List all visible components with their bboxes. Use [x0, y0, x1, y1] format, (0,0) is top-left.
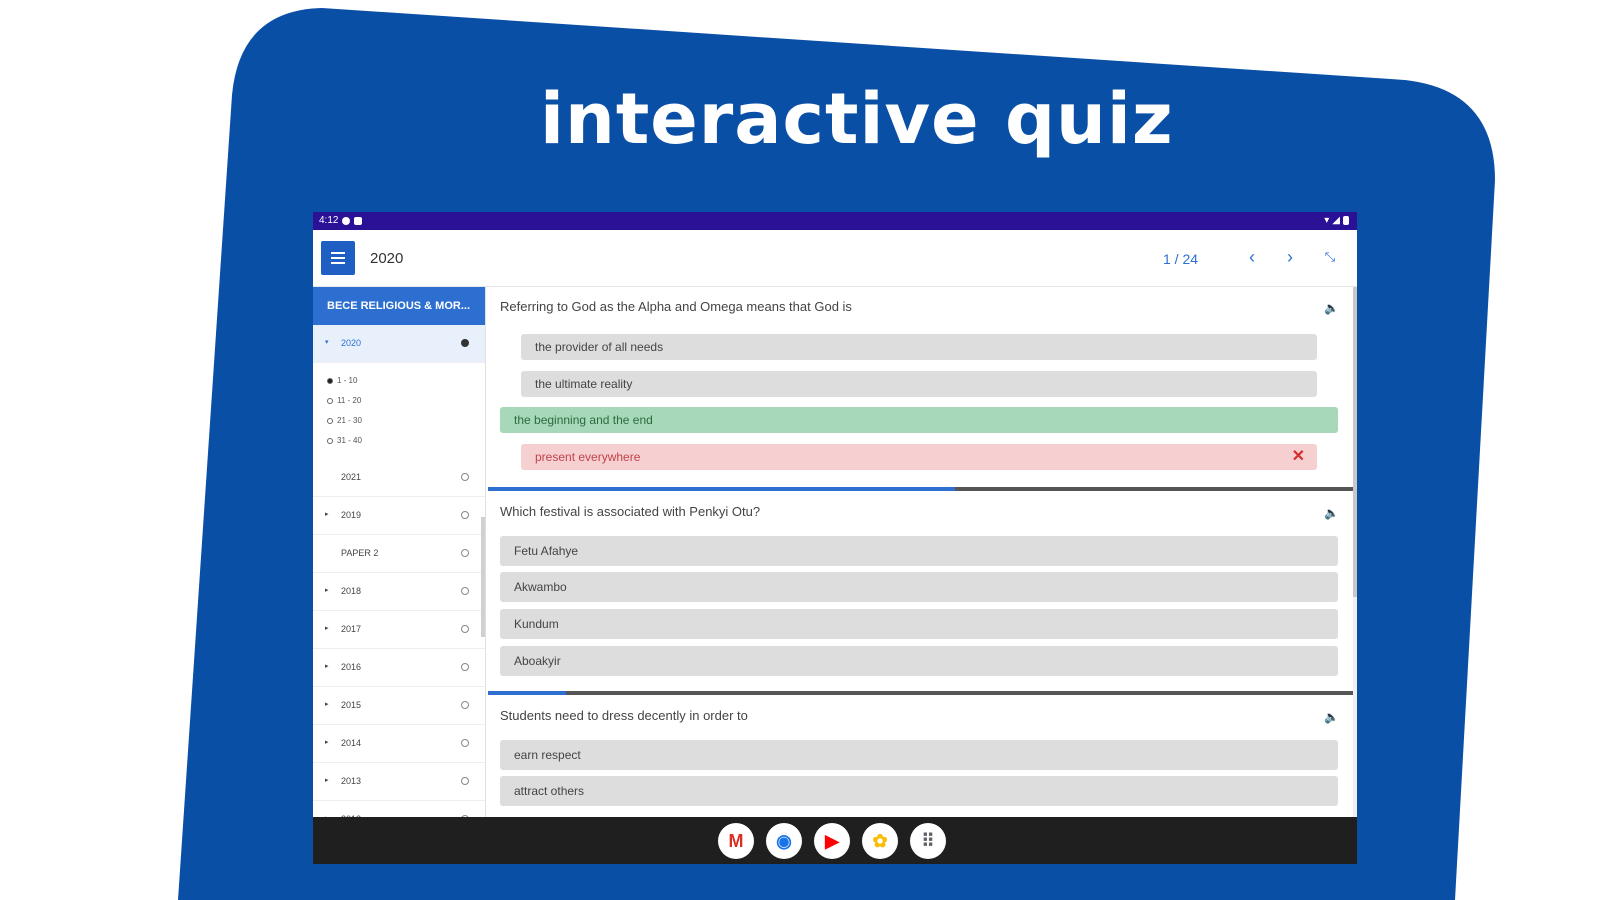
question-text: Which festival is associated with Penkyi…	[500, 504, 761, 519]
radio-icon	[327, 378, 333, 384]
chevron-right-icon: ▸	[325, 625, 329, 632]
sub-range-item[interactable]: 21 - 30	[327, 411, 485, 431]
answer-option-wrong[interactable]: present everywhere ✕	[521, 444, 1317, 470]
radio-icon	[461, 549, 469, 557]
question-text: Students need to dress decently in order…	[500, 708, 748, 723]
close-icon: ✕	[1291, 448, 1305, 465]
gmail-icon[interactable]: M	[718, 823, 754, 859]
speaker-icon[interactable]: 🔈	[1324, 506, 1339, 520]
main-scrollbar[interactable]	[1353, 287, 1357, 817]
answer-option[interactable]: Aboakyir	[500, 646, 1338, 676]
photos-icon[interactable]: ✿	[862, 823, 898, 859]
chevron-right-icon: ▸	[325, 739, 329, 746]
chevron-left-icon[interactable]: ‹	[1241, 246, 1263, 268]
sidebar-item-year[interactable]: ▸2012	[313, 801, 485, 817]
collapse-icon[interactable]: ⤡	[1319, 246, 1341, 268]
chevron-right-icon: ▸	[325, 777, 329, 784]
page-counter: 1 / 24	[1163, 251, 1199, 267]
question-progress-bar	[488, 691, 1353, 695]
sidebar-item-year[interactable]: ▸ 2017	[313, 611, 485, 649]
sidebar-item-2020[interactable]: ▾ 2020	[313, 325, 485, 363]
page-title: 2020	[370, 250, 404, 267]
question-card: Referring to God as the Alpha and Omega …	[488, 287, 1353, 487]
radio-icon	[327, 398, 333, 404]
youtube-icon[interactable]: ▶	[814, 823, 850, 859]
answer-option[interactable]: earn respect	[500, 740, 1338, 770]
answer-option[interactable]: the provider of all needs	[521, 334, 1317, 360]
chevron-down-icon: ▾	[325, 339, 329, 346]
question-list: Referring to God as the Alpha and Omega …	[488, 287, 1353, 817]
sub-range-item[interactable]: 31 - 40	[327, 431, 485, 451]
sidebar-item-year[interactable]: ▸ 2015	[313, 687, 485, 725]
status-time: 4:12	[319, 215, 339, 226]
taskbar: M ◉ ▶ ✿ ⠿	[313, 817, 1357, 864]
banner-title: interactive quiz	[540, 78, 1174, 160]
sidebar-item-year[interactable]: ▸ 2016	[313, 649, 485, 687]
speaker-icon[interactable]: 🔈	[1324, 301, 1339, 315]
status-bar: 4:12 ▾ ◢	[313, 212, 1357, 230]
year-list: 2021 ▸ 2019 PAPER 2 ▸ 2018 ▸ 2017 ▸ 2016 ▸ 2015 ▸ 201…	[313, 459, 485, 817]
radio-icon	[461, 473, 469, 481]
sidebar-header: BECE RELIGIOUS & MOR...	[313, 287, 485, 325]
sidebar-item-label: 2013	[341, 776, 362, 786]
app-dock: M ◉ ▶ ✿ ⠿	[718, 823, 946, 859]
radio-icon	[461, 739, 469, 747]
answer-option[interactable]: Fetu Afahye	[500, 536, 1338, 566]
radio-icon	[461, 339, 469, 347]
question-card: Which festival is associated with Penkyi…	[488, 492, 1353, 690]
answer-option[interactable]: attract others	[500, 776, 1338, 806]
chevron-right-icon[interactable]: ›	[1279, 246, 1301, 268]
sidebar-item-label: 2019	[341, 510, 362, 520]
sidebar-item-label: 2017	[341, 624, 362, 634]
radio-icon	[461, 663, 469, 671]
sidebar-item-year[interactable]: ▸ 2018	[313, 573, 485, 611]
radio-icon	[461, 587, 469, 595]
battery-icon	[1343, 216, 1349, 225]
sidebar-item-year[interactable]: PAPER 2	[313, 535, 485, 573]
wifi-icon: ▾	[1324, 215, 1330, 226]
sub-range-list: 1 - 10 11 - 20 21 - 30 31 - 40	[313, 363, 485, 459]
chevron-right-icon: ▸	[325, 701, 329, 708]
sidebar-item-label: PAPER 2	[341, 548, 379, 558]
sub-range-item[interactable]: 11 - 20	[327, 391, 485, 411]
sidebar-item-year[interactable]: ▸ 2014	[313, 725, 485, 763]
app-bar: 2020 1 / 24 ‹ › ⤡	[313, 230, 1357, 287]
question-card: Students need to dress decently in order…	[488, 696, 1353, 817]
radio-icon	[327, 418, 333, 424]
answer-option[interactable]: Kundum	[500, 609, 1338, 639]
sub-range-item[interactable]: 1 - 10	[327, 371, 485, 391]
chevron-right-icon: ▸	[325, 587, 329, 594]
chrome-icon[interactable]: ◉	[766, 823, 802, 859]
sidebar-item-label: 2021	[341, 472, 362, 482]
sidebar-item-label: 2016	[341, 662, 362, 672]
sidebar: BECE RELIGIOUS & MOR... ▾ 2020 1 - 10 11…	[313, 287, 486, 817]
chevron-right-icon: ▸	[325, 511, 329, 518]
notification-icon	[354, 216, 363, 225]
radio-icon	[461, 625, 469, 633]
answer-option[interactable]: Akwambo	[500, 572, 1338, 602]
settings-icon	[342, 216, 351, 225]
sidebar-item-year[interactable]: 2021	[313, 459, 485, 497]
answer-option-correct[interactable]: the beginning and the end	[500, 407, 1338, 433]
radio-icon	[461, 701, 469, 709]
sidebar-item-label: 2020	[341, 338, 362, 348]
question-text: Referring to God as the Alpha and Omega …	[500, 299, 852, 314]
radio-icon	[461, 777, 469, 785]
radio-icon	[461, 511, 469, 519]
sidebar-item-year[interactable]: ▸ 2013	[313, 763, 485, 801]
radio-icon	[327, 438, 333, 444]
signal-icon: ◢	[1332, 215, 1340, 226]
speaker-icon[interactable]: 🔈	[1324, 710, 1339, 724]
sidebar-item-label: 2018	[341, 586, 362, 596]
tablet-screen: 4:12 ▾ ◢ 2020 1 / 24 ‹ › ⤡ BECE RELIGIOU…	[313, 212, 1357, 864]
sidebar-item-year[interactable]: ▸ 2019	[313, 497, 485, 535]
answer-option[interactable]: the ultimate reality	[521, 371, 1317, 397]
sidebar-item-label: 2014	[341, 738, 362, 748]
apps-grid-icon[interactable]: ⠿	[910, 823, 946, 859]
sidebar-item-label: 2015	[341, 700, 362, 710]
sidebar-scrollbar[interactable]	[481, 517, 485, 637]
menu-button[interactable]	[321, 241, 355, 275]
question-progress-bar	[488, 487, 1353, 491]
chevron-right-icon: ▸	[325, 663, 329, 670]
